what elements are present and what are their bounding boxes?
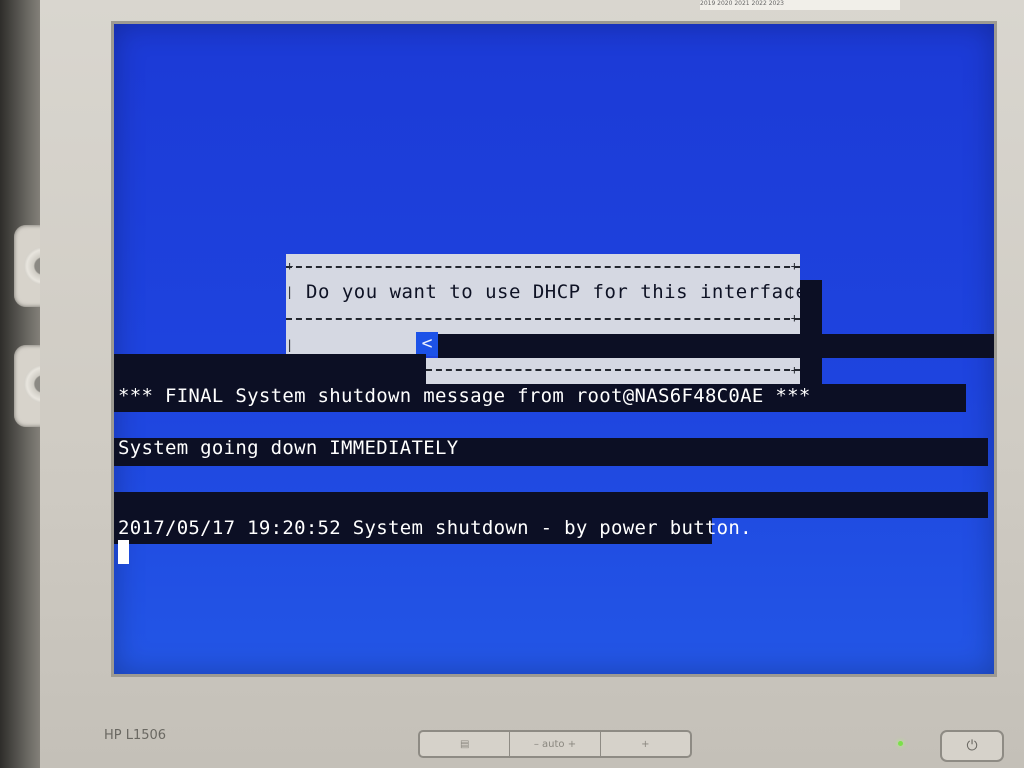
power-led-icon — [898, 741, 903, 746]
dialog-side: | — [286, 285, 294, 299]
terminal-overlay-bar — [438, 334, 994, 358]
dialog-side: | — [286, 338, 294, 352]
dialog-button-row: | — [286, 334, 416, 356]
dialog-corner: + — [790, 311, 798, 325]
plus-button[interactable]: + — [601, 732, 690, 756]
dhcp-dialog: + + + | Do you want to use DHCP for this… — [286, 254, 819, 334]
dialog-button-left-arrow[interactable]: < — [416, 332, 438, 356]
console-line-shutdown-time: 2017/05/17 19:20:52 System shutdown - by… — [118, 517, 752, 539]
console-screen: + + + | Do you want to use DHCP for this… — [114, 24, 994, 674]
console-line-bg — [114, 492, 988, 518]
dialog-shadow — [800, 280, 822, 386]
text-cursor — [118, 540, 129, 564]
dialog-corner: + — [790, 363, 798, 377]
menu-button[interactable]: ▤ — [420, 732, 511, 756]
dialog-bottom-border — [426, 369, 800, 371]
dialog-question: Do you want to use DHCP for this interfa… — [306, 281, 820, 303]
console-line-going-down: System going down IMMEDIATELY — [118, 437, 459, 459]
dialog-bottom-strip: + — [426, 358, 800, 384]
dialog-top-border — [286, 266, 800, 268]
power-button[interactable]: ⏻ — [940, 730, 1004, 762]
terminal-overlay-bar — [114, 354, 426, 384]
monitor-osd-buttons: ▤ – auto + + — [418, 730, 692, 758]
auto-adjust-button[interactable]: – auto + — [510, 732, 601, 756]
console-line-shutdown-message: *** FINAL System shutdown message from r… — [118, 385, 811, 407]
dialog-corner: + — [286, 259, 294, 273]
dialog-side: | — [786, 285, 794, 299]
top-sticker: 2019 2020 2021 2022 2023 — [700, 0, 900, 10]
dialog-bottom-border — [286, 318, 800, 320]
dialog-corner: + — [790, 259, 798, 273]
monitor-model-label: HP L1506 — [104, 728, 167, 743]
